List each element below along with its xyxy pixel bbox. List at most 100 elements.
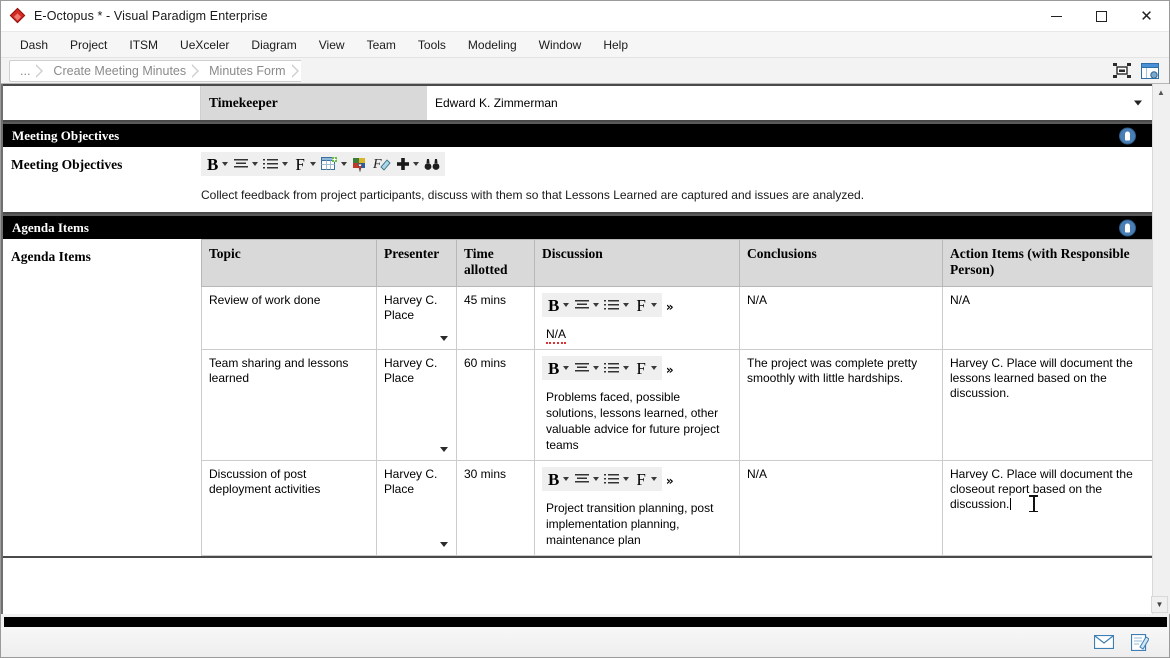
breadcrumb-actions xyxy=(1111,61,1169,81)
list-icon[interactable] xyxy=(261,153,290,175)
menu-item-itsm[interactable]: ITSM xyxy=(118,34,169,56)
insert-table-icon[interactable] xyxy=(319,153,349,175)
menu-item-uexceler[interactable]: UeXceler xyxy=(169,34,240,56)
scroll-down-button[interactable]: ▼ xyxy=(1151,596,1168,613)
format-painter-icon[interactable]: F xyxy=(371,153,393,175)
discussion-text[interactable]: Project transition planning, post implem… xyxy=(542,491,732,549)
discussion-value: N/A xyxy=(546,327,567,345)
list-icon[interactable] xyxy=(602,468,631,490)
cell-conclusions[interactable]: The project was complete pretty smoothly… xyxy=(739,349,943,462)
menu-item-project[interactable]: Project xyxy=(59,34,118,56)
toolbar-overflow-icon[interactable]: » xyxy=(662,363,674,377)
rich-text-mini-toolbar: B F xyxy=(542,356,662,381)
close-button[interactable]: ✕ xyxy=(1124,1,1169,32)
meeting-objectives-editor[interactable]: B F F Collect feedback from project part… xyxy=(201,147,1152,212)
menu-item-dash[interactable]: Dash xyxy=(9,34,59,56)
breadcrumb-item-ellipsis[interactable]: ... xyxy=(9,59,46,82)
font-icon[interactable]: F xyxy=(632,357,658,379)
align-icon[interactable] xyxy=(572,294,601,316)
cell-presenter[interactable]: Harvey C. Place xyxy=(376,349,457,462)
cell-time-allotted[interactable]: 45 mins xyxy=(456,286,535,351)
scrollbar-track[interactable] xyxy=(1152,101,1170,614)
cell-topic[interactable]: Team sharing and lessons learned xyxy=(201,349,377,462)
cell-time-allotted[interactable]: 30 mins xyxy=(456,460,535,557)
timekeeper-field[interactable]: Edward K. Zimmerman xyxy=(427,86,1152,120)
find-icon[interactable] xyxy=(422,153,442,175)
chevron-down-icon[interactable] xyxy=(440,336,448,342)
vp-diamond-icon xyxy=(9,7,26,24)
bottom-bar: ▼ xyxy=(1,596,1169,657)
menu-item-help[interactable]: Help xyxy=(592,34,639,56)
toolbar-overflow-icon[interactable]: » xyxy=(662,474,674,488)
cell-conclusions[interactable]: N/A xyxy=(739,286,943,351)
mail-icon[interactable] xyxy=(1093,632,1115,652)
align-icon[interactable] xyxy=(572,468,601,490)
list-icon[interactable] xyxy=(602,294,631,316)
font-icon[interactable]: F xyxy=(632,294,658,316)
minimize-button[interactable] xyxy=(1034,1,1079,32)
bottom-divider xyxy=(4,617,1167,627)
bold-icon[interactable]: B xyxy=(545,294,571,316)
discussion-text[interactable]: Problems faced, possible solutions, less… xyxy=(542,380,732,454)
font-icon[interactable]: F xyxy=(291,153,317,175)
insert-icon[interactable] xyxy=(394,153,421,175)
section-title: Agenda Items xyxy=(12,219,89,235)
text-cursor xyxy=(1010,498,1012,511)
cell-discussion[interactable]: B F » N/A xyxy=(534,286,740,351)
fit-to-screen-icon[interactable] xyxy=(1111,61,1133,81)
breadcrumb-item-create-meeting-minutes[interactable]: Create Meeting Minutes xyxy=(45,59,202,82)
discussion-text[interactable]: N/A xyxy=(542,317,732,345)
menu-item-tools[interactable]: Tools xyxy=(407,34,457,56)
maximize-button[interactable] xyxy=(1079,1,1124,32)
cell-presenter[interactable]: Harvey C. Place xyxy=(376,286,457,351)
bold-icon[interactable]: B xyxy=(204,153,230,175)
breadcrumb: ... Create Meeting Minutes Minutes Form xyxy=(9,59,301,82)
bold-icon[interactable]: B xyxy=(545,357,571,379)
section-info-icon[interactable] xyxy=(1119,219,1136,236)
menu-item-view[interactable]: View xyxy=(308,34,356,56)
mouse-ibeam-cursor xyxy=(1029,495,1038,513)
meeting-objectives-text[interactable]: Collect feedback from project participan… xyxy=(201,176,1152,212)
bold-icon[interactable]: B xyxy=(545,468,571,490)
edit-note-icon[interactable] xyxy=(1129,632,1151,652)
toolbar-overflow-icon[interactable]: » xyxy=(662,300,674,314)
timekeeper-spacer xyxy=(3,86,201,120)
action-items-value: Harvey C. Place will document the closeo… xyxy=(950,467,1133,512)
content-area: Timekeeper Edward K. Zimmerman Meeting O… xyxy=(1,84,1170,614)
chevron-down-icon[interactable] xyxy=(1134,100,1142,106)
menu-item-modeling[interactable]: Modeling xyxy=(457,34,528,56)
breadcrumb-item-minutes-form[interactable]: Minutes Form xyxy=(201,59,301,82)
presenter-value: Harvey C. Place xyxy=(384,356,438,386)
cell-action-items[interactable]: Harvey C. Place will document the closeo… xyxy=(942,460,1152,557)
cell-time-allotted[interactable]: 60 mins xyxy=(456,349,535,462)
scroll-up-button[interactable]: ▲ xyxy=(1152,84,1170,101)
breadcrumb-bar: ... Create Meeting Minutes Minutes Form xyxy=(1,58,1169,84)
cell-discussion[interactable]: B F » Project transition planning, post … xyxy=(534,460,740,557)
cell-topic[interactable]: Review of work done xyxy=(201,286,377,351)
minutes-form-document: Timekeeper Edward K. Zimmerman Meeting O… xyxy=(1,84,1152,614)
rich-text-mini-toolbar: B F xyxy=(542,293,662,318)
open-form-window-icon[interactable] xyxy=(1139,61,1161,81)
cell-presenter[interactable]: Harvey C. Place xyxy=(376,460,457,557)
list-icon[interactable] xyxy=(602,357,631,379)
align-icon[interactable] xyxy=(231,153,260,175)
chevron-down-icon[interactable] xyxy=(440,542,448,548)
agenda-items-block: Agenda Items Topic Presenter Time allott… xyxy=(3,238,1152,559)
cell-conclusions[interactable]: N/A xyxy=(739,460,943,557)
cell-discussion[interactable]: B F » Problems faced, possible solutions… xyxy=(534,349,740,462)
table-row: Team sharing and lessons learned Harvey … xyxy=(201,349,1152,462)
cell-action-items[interactable]: Harvey C. Place will document the lesson… xyxy=(942,349,1152,462)
align-icon[interactable] xyxy=(572,357,601,379)
menu-item-window[interactable]: Window xyxy=(528,34,593,56)
vertical-scrollbar[interactable]: ▲ xyxy=(1152,84,1170,614)
cell-action-items[interactable]: N/A xyxy=(942,286,1152,351)
color-palette-icon[interactable] xyxy=(350,153,370,175)
presenter-value: Harvey C. Place xyxy=(384,467,438,497)
column-header-action-items: Action Items (with Responsible Person) xyxy=(942,238,1152,288)
chevron-down-icon[interactable] xyxy=(440,447,448,453)
section-info-icon[interactable] xyxy=(1119,127,1136,144)
menu-item-team[interactable]: Team xyxy=(356,34,407,56)
font-icon[interactable]: F xyxy=(632,468,658,490)
menu-item-diagram[interactable]: Diagram xyxy=(240,34,307,56)
cell-topic[interactable]: Discussion of post deployment activities xyxy=(201,460,377,557)
